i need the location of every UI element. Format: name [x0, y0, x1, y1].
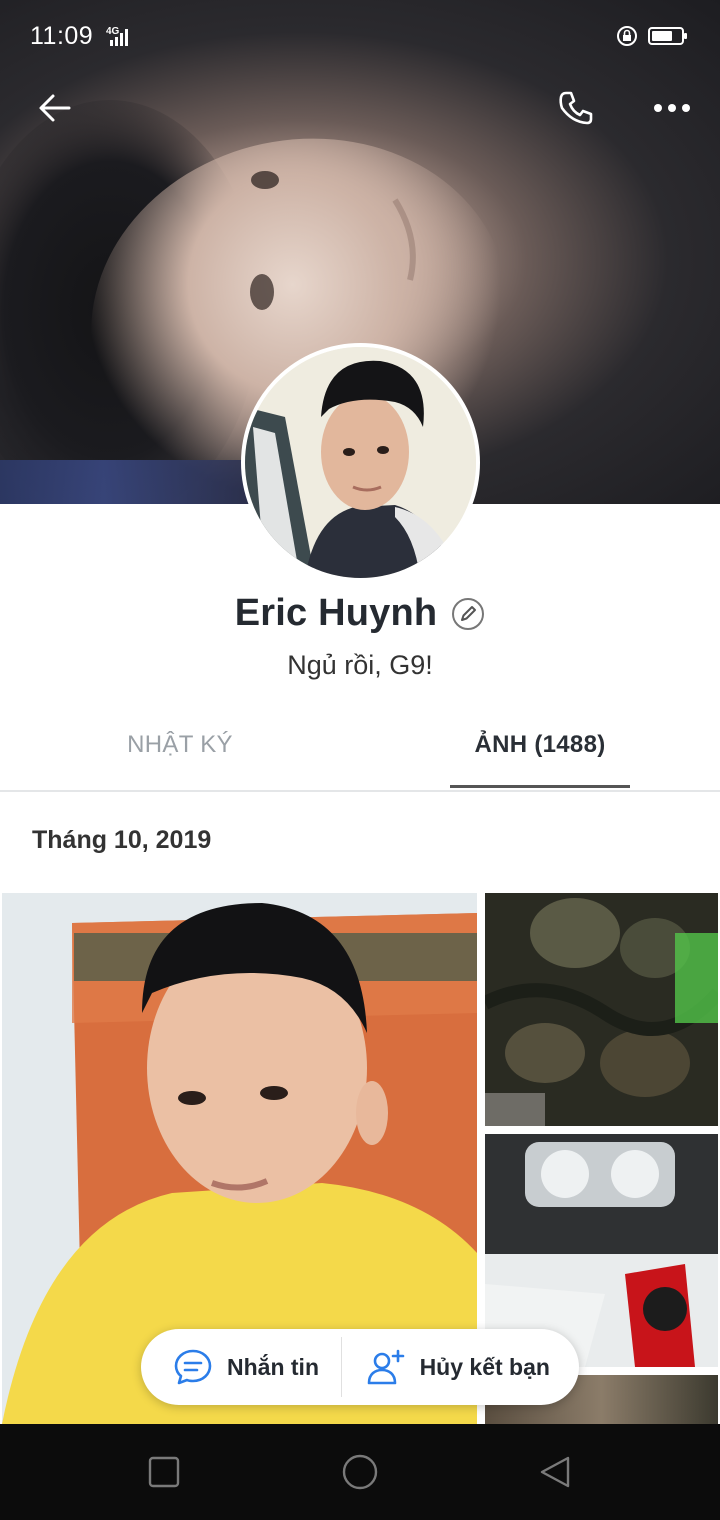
battery-icon: [648, 27, 687, 45]
profile-status: Ngủ rồi, G9!: [287, 650, 433, 680]
rotation-lock-icon: [617, 26, 637, 46]
tab-diary[interactable]: NHẬT KÝ: [90, 700, 270, 790]
message-label: Nhắn tin: [227, 1353, 319, 1380]
photo-thumbnail-2[interactable]: [485, 893, 718, 1126]
more-dots-icon: [654, 104, 690, 112]
chat-bubble-icon: [174, 1349, 212, 1385]
message-button[interactable]: Nhắn tin: [141, 1329, 341, 1405]
photo-crabs: [485, 893, 718, 1126]
profile-name-row: Eric Huynh: [0, 592, 720, 635]
more-options-button[interactable]: [644, 80, 700, 136]
status-time: 11:09: [30, 22, 94, 50]
profile-action-bar: Nhắn tin Hủy kết bạn: [141, 1329, 579, 1405]
month-label: Tháng 10, 2019: [32, 826, 212, 854]
avatar-photo: [245, 347, 476, 578]
user-plus-icon: [367, 1349, 404, 1385]
home-icon[interactable]: [340, 1452, 380, 1492]
avatar[interactable]: [241, 343, 480, 582]
call-button[interactable]: [548, 80, 604, 136]
active-tab-indicator: [450, 785, 630, 788]
arrow-left-icon: [39, 94, 71, 122]
unfriend-button[interactable]: Hủy kết bạn: [342, 1329, 579, 1405]
phone-icon: [559, 91, 593, 125]
edit-icon[interactable]: [451, 597, 485, 631]
profile-name: Eric Huynh: [234, 592, 438, 634]
signal-icon: [110, 29, 128, 46]
recent-apps-icon[interactable]: [144, 1452, 184, 1492]
status-bar: 11:09 4G: [0, 0, 720, 72]
profile-tabs: NHẬT KÝ ẢNH (1488): [0, 700, 720, 792]
system-nav-bar: [0, 1424, 720, 1520]
unfriend-label: Hủy kết bạn: [419, 1353, 550, 1380]
tab-photos[interactable]: ẢNH (1488): [450, 700, 630, 790]
back-triangle-icon[interactable]: [536, 1452, 576, 1492]
back-button[interactable]: [27, 80, 83, 136]
